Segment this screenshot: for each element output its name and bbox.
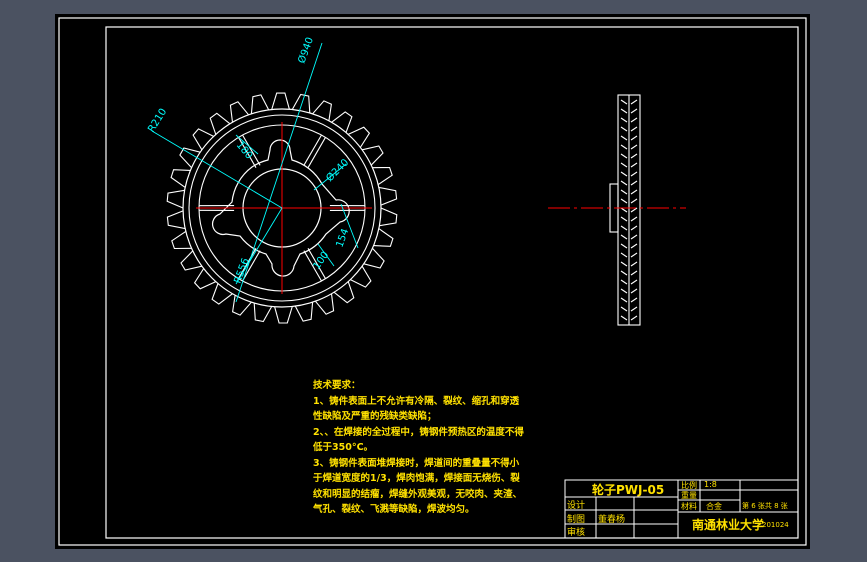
design-label: 设计	[567, 501, 586, 511]
note-line: 纹和明显的结瘤，焊缝外观美观，无咬肉、夹渣、	[313, 488, 523, 500]
material-label: 材料	[681, 502, 697, 511]
sheet-info: 第 6 张共 8 张	[742, 502, 788, 510]
school-name: 南通林业大学	[692, 518, 765, 532]
check-label: 审核	[567, 528, 586, 538]
note-line: 性缺陷及严重的残缺类缺陷；	[313, 411, 437, 422]
cad-drawing-viewport[interactable]: Ø940 R210 180 Ø240 154 100 R556 技术要求： 1、…	[0, 0, 867, 562]
note-line: 气孔、裂纹、飞溅等缺陷，焊波均匀。	[313, 504, 475, 515]
material-value: 合金	[706, 502, 722, 511]
note-line: 低于350°C。	[313, 442, 374, 453]
scale-value: 1:8	[704, 480, 717, 489]
note-line: 3、铸钢件表面堆焊接时，焊道间的重叠量不得小	[313, 457, 520, 469]
technical-requirements: 技术要求： 1、铸件表面上不允许有冷隔、裂纹、缩孔和穿透 性缺陷及严重的残缺类缺…	[313, 378, 524, 518]
note-line: 于焊道宽度的1/3，焊肉饱满，焊接面无烧伤、裂	[313, 473, 520, 484]
notes-title: 技术要求：	[313, 380, 361, 391]
weight-label: 重量	[681, 491, 697, 500]
part-name: 轮子PWJ-05	[592, 483, 665, 497]
drafter-name: 董春杨	[598, 515, 626, 525]
note-line: 1、铸件表面上不允许有冷隔、裂纹、缩孔和穿透	[313, 395, 520, 407]
note-line: 2、、在焊接的全过程中，铸钢件预热区的温度不得	[313, 426, 524, 438]
draw-label: 制图	[567, 515, 586, 525]
drawing-code: 201024	[762, 521, 789, 529]
